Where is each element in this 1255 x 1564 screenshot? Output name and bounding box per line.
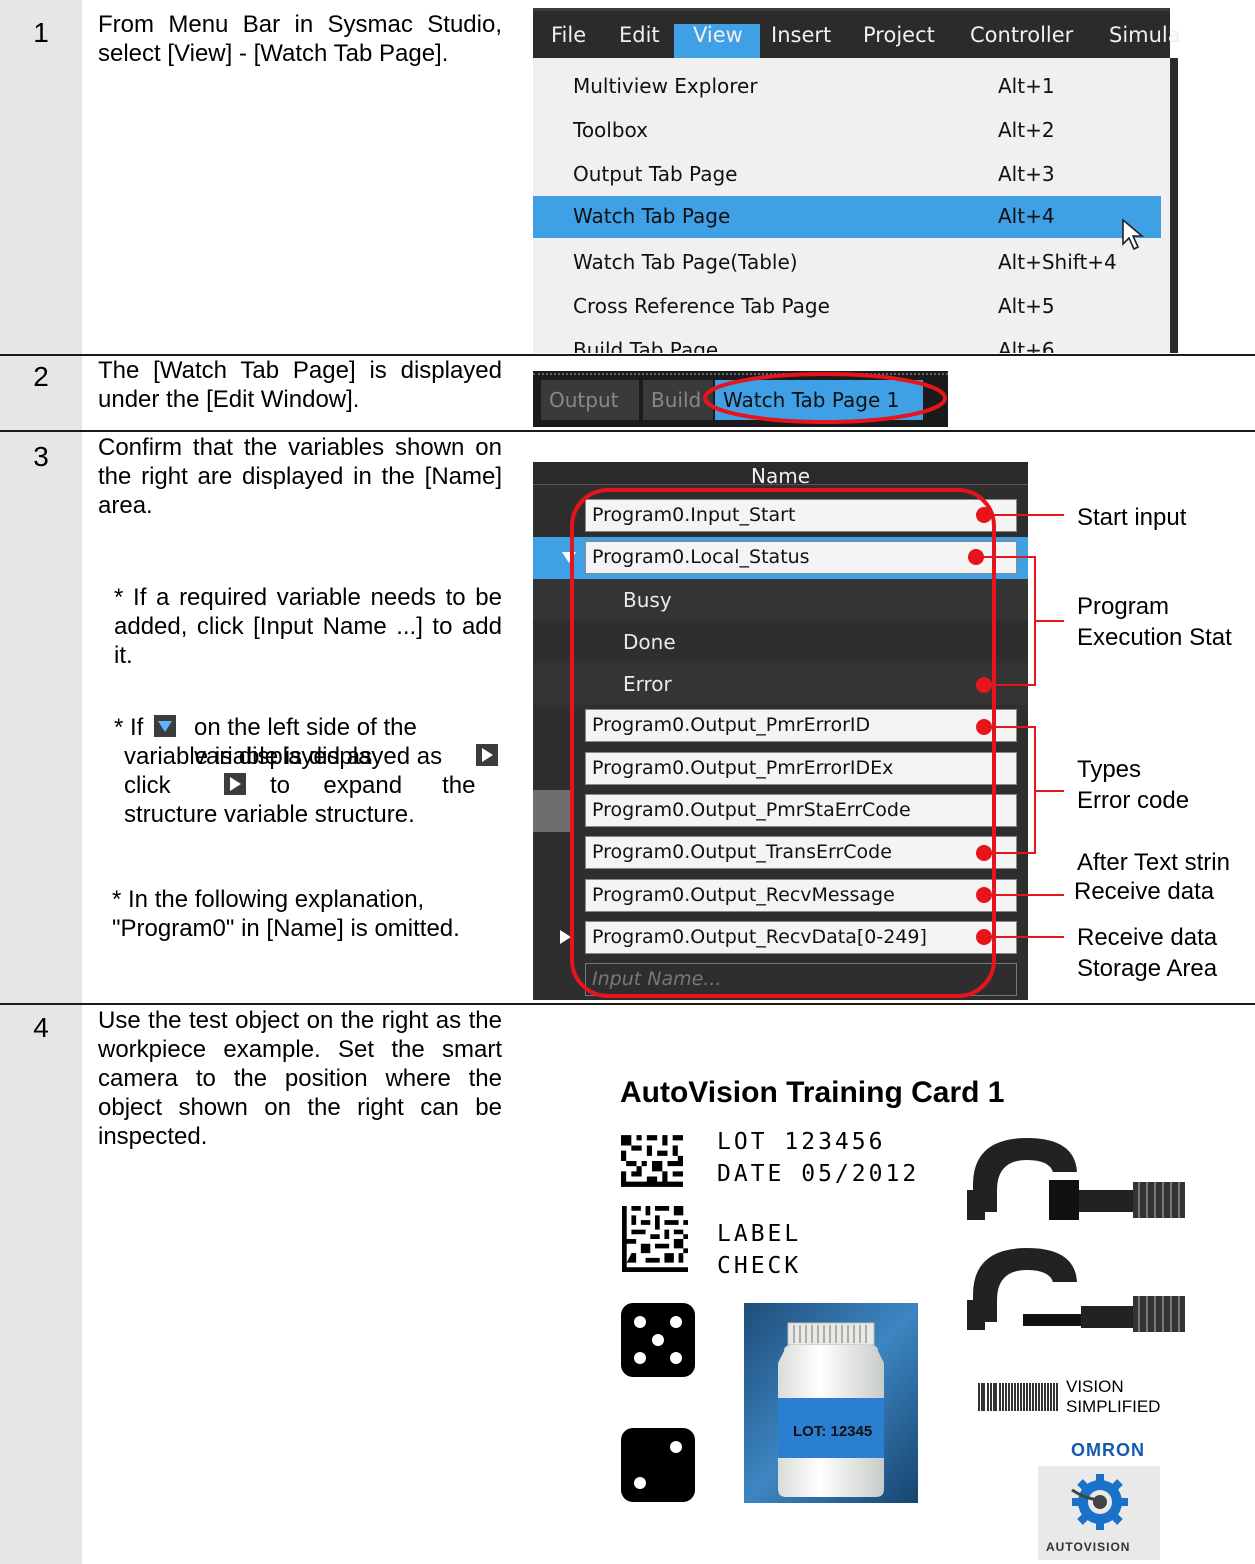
menu-item[interactable]: Build Tab Page Alt+6	[533, 330, 1161, 353]
callout-error-code: Error code	[1077, 787, 1190, 814]
step-number: 1	[33, 17, 49, 48]
step-description: The [Watch Tab Page] is displayed under …	[98, 357, 502, 413]
callout-line	[976, 556, 1035, 558]
highlight-rectangle	[570, 488, 996, 998]
callout-line	[984, 684, 1035, 686]
menu-item[interactable]: Cross Reference Tab Page Alt+5	[533, 286, 1161, 328]
gear-icon	[1071, 1474, 1128, 1530]
bottle-lot-label: LOT: 12345	[793, 1423, 873, 1440]
menu-item[interactable]: Multiview Explorer Alt+1	[533, 66, 1161, 108]
callout-line	[984, 894, 1064, 896]
autovision-logo: AUTOVISION	[1038, 1466, 1160, 1560]
menu-controller[interactable]: Controller	[970, 23, 1073, 47]
note-program0: * In the following explanation, "Program…	[112, 886, 460, 942]
menu-insert[interactable]: Insert	[771, 23, 831, 47]
autovision-text: AUTOVISION	[1046, 1540, 1131, 1554]
callout-receive-data: Receive data	[1074, 878, 1215, 905]
note-expand: * If on the left side of the variable is…	[114, 713, 502, 771]
card-check: CHECK	[717, 1253, 802, 1279]
card-date: DATE 05/2012	[717, 1161, 920, 1187]
menu-bar: File Edit View Insert Project Controller…	[533, 8, 1181, 66]
step-number-column	[0, 0, 82, 1564]
step-number: 3	[33, 441, 49, 472]
expanded-triangle-icon	[154, 715, 176, 737]
menu-item-selected[interactable]: Watch Tab Page Alt+4	[533, 196, 1161, 238]
step-description: Use the test object on the right as the …	[98, 1007, 502, 1150]
note-add-variable: * If a required variable needs to be add…	[114, 584, 502, 669]
collapsed-triangle-icon	[476, 744, 498, 766]
barcode-icon	[978, 1383, 1060, 1411]
callout-line	[984, 726, 1035, 728]
callout-storage-1: Receive data	[1077, 924, 1218, 951]
callout-line	[1034, 620, 1064, 622]
callout-start-input: Start input	[1077, 504, 1187, 531]
note-expand-line3: click to expand the structure variable s…	[124, 772, 476, 828]
callout-storage-2: Storage Area	[1077, 955, 1218, 982]
menu-item[interactable]: Toolbox Alt+2	[533, 110, 1161, 152]
simplified-text: SIMPLIFIED	[1066, 1397, 1161, 1416]
clamp-icon	[967, 1248, 1185, 1332]
menu-edit[interactable]: Edit	[619, 23, 660, 47]
view-menu-dropdown: Multiview Explorer Alt+1 Toolbox Alt+2 Out…	[533, 58, 1178, 353]
callout-line	[984, 514, 1064, 516]
datamatrix-code-icon	[621, 1135, 683, 1187]
menu-project[interactable]: Project	[863, 23, 935, 47]
mouse-cursor-icon	[1122, 218, 1145, 251]
highlight-ellipse	[703, 372, 947, 424]
clamp-icon	[967, 1138, 1185, 1220]
step-number: 2	[33, 361, 49, 392]
menu-simulation[interactable]: Simula	[1109, 23, 1181, 47]
callout-types: Types	[1077, 756, 1142, 783]
step-description: From Menu Bar in Sysmac Studio, select […	[98, 11, 502, 67]
dice-five-icon	[621, 1303, 695, 1377]
step-description: Confirm that the variables shown on the …	[98, 434, 502, 519]
watch-header: Name	[533, 462, 1028, 488]
vision-text: VISION	[1066, 1377, 1124, 1396]
row-divider	[0, 1003, 1255, 1005]
callout-line	[984, 936, 1064, 938]
step-number: 4	[33, 1012, 49, 1043]
menu-file[interactable]: File	[551, 23, 586, 47]
row-divider	[0, 430, 1255, 432]
bottle-image	[744, 1303, 918, 1503]
card-label: LABEL	[717, 1221, 802, 1247]
omron-logo: OMRON	[1071, 1440, 1145, 1460]
card-title: AutoVision Training Card 1	[620, 1076, 1005, 1109]
menu-item[interactable]: Output Tab Page Alt+3	[533, 154, 1161, 196]
datamatrix-code-icon	[622, 1206, 688, 1272]
callout-program: Program	[1077, 593, 1170, 620]
callout-line	[984, 852, 1035, 854]
callout-after-text: After Text strin	[1077, 849, 1230, 876]
callout-execution-status: Execution Stat	[1077, 624, 1232, 651]
card-lot: LOT 123456	[717, 1129, 886, 1155]
tab-output[interactable]: Output	[541, 380, 639, 420]
collapsed-triangle-icon	[224, 773, 246, 795]
dice-two-icon	[621, 1428, 695, 1502]
menu-view[interactable]: View	[693, 23, 743, 47]
menu-item[interactable]: Watch Tab Page(Table) Alt+Shift+4	[533, 242, 1161, 284]
callout-line	[1034, 790, 1064, 792]
